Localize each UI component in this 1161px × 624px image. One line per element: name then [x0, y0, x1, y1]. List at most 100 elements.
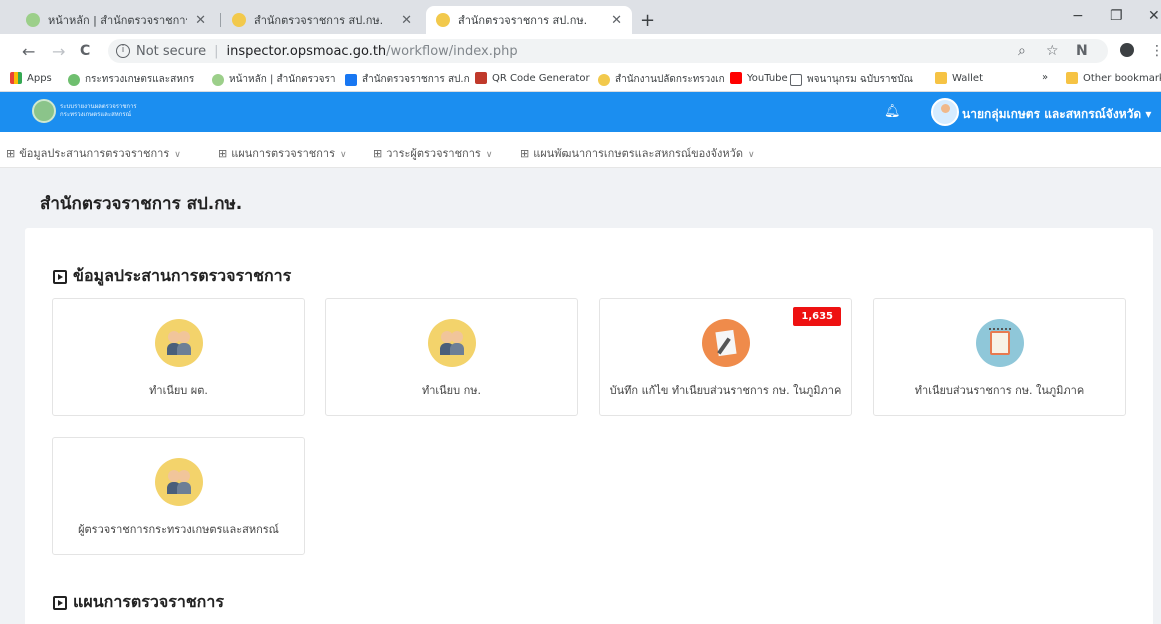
window-close-button[interactable]: ✕ [1148, 8, 1160, 24]
grid-icon: ⊞ [373, 147, 383, 160]
section-title-coordination: ข้อมูลประสานการตรวจราชการ [53, 264, 291, 289]
reload-button[interactable]: C [80, 43, 90, 59]
app-header: ระบบรายงานผลตรวจราชการ กระทรวงเกษตรและสห… [0, 92, 1161, 132]
user-menu[interactable]: นายกลุ่มเกษตร และสหกรณ์จังหวัด ▾ [962, 105, 1151, 124]
card-edit-regional-directory[interactable]: 1,635 บันทึก แก้ไข ทำเนียบส่วนราชการ กษ.… [599, 298, 852, 416]
more-menu-icon[interactable]: ⋮ [1150, 43, 1161, 59]
tab-close-icon[interactable]: ✕ [195, 13, 206, 28]
minimize-button[interactable]: − [1072, 8, 1084, 24]
page-icon [790, 73, 802, 86]
chevron-down-icon: ∨ [748, 150, 755, 160]
security-label: Not secure [136, 43, 207, 59]
bookmark-home-inspector[interactable]: หน้าหลัก | สำนักตรวจรา [212, 72, 335, 87]
section-title-text: ข้อมูลประสานการตรวจราชการ [73, 266, 292, 285]
bookmark-label: กระทรวงเกษตรและสหกร [85, 74, 195, 85]
card-inspector-directory[interactable]: ทำเนียบ ผต. [52, 298, 305, 416]
extension-n-icon[interactable]: N [1076, 43, 1088, 59]
bookmark-label: สำนักงานปลัดกระทรวงเก [615, 74, 725, 85]
site-favicon-icon [598, 73, 610, 86]
section-title-inspection-plan: แผนการตรวจราชการ [53, 590, 224, 615]
menu-label: ข้อมูลประสานการตรวจราชการ [19, 147, 170, 160]
menu-inspector-agenda[interactable]: ⊞ วาระผู้ตรวจราชการ ∨ [373, 144, 492, 162]
section-title-text: แผนการตรวจราชการ [73, 592, 224, 611]
bookmark-label: » [1042, 72, 1049, 83]
maximize-button[interactable]: ❐ [1110, 8, 1123, 24]
chevron-down-icon: ∨ [340, 150, 347, 160]
edit-document-icon [701, 319, 750, 367]
notification-bell-icon[interactable]: 🔔︎ [884, 104, 901, 119]
main-nav-menu: ⊞ ข้อมูลประสานการตรวจราชการ ∨ ⊞ แผนการตรวจร… [0, 132, 1161, 168]
people-icon [154, 458, 203, 506]
tab-close-icon[interactable]: ✕ [401, 13, 412, 28]
menu-coordination-info[interactable]: ⊞ ข้อมูลประสานการตรวจราชการ ∨ [6, 144, 181, 162]
bookmark-label: สำนักตรวจราชการ สป.ก [362, 74, 470, 85]
back-button[interactable]: ← [22, 42, 35, 61]
qr-code-icon [475, 72, 487, 84]
info-icon[interactable]: i [116, 44, 130, 58]
card-label: ผู้ตรวจราชการกระทรวงเกษตรและสหกรณ์ [78, 523, 279, 536]
bookmark-moac[interactable]: กระทรวงเกษตรและสหกร [68, 72, 194, 87]
tab-title: สำนักตรวจราชการ สป.กษ. [254, 14, 384, 27]
bookmark-qr-generator[interactable]: QR Code Generator [475, 72, 590, 84]
menu-label: วาระผู้ตรวจราชการ [386, 147, 481, 160]
facebook-icon [345, 73, 357, 86]
people-icon [154, 319, 203, 367]
bookmark-wallet[interactable]: Wallet [935, 72, 983, 84]
folder-icon [1066, 72, 1078, 84]
bookmark-label: Other bookmark [1083, 72, 1161, 84]
user-avatar[interactable] [931, 98, 959, 126]
bookmark-label: Apps [27, 72, 52, 84]
apps-grid-icon [10, 72, 22, 84]
bookmark-youtube[interactable]: YouTube [730, 72, 788, 84]
new-tab-button[interactable]: + [640, 10, 655, 31]
card-ministry-inspectors[interactable]: ผู้ตรวจราชการกระทรวงเกษตรและสหกรณ์ [52, 437, 305, 555]
menu-label: แผนการตรวจราชการ [231, 147, 335, 160]
youtube-icon [730, 72, 742, 84]
chevron-down-icon: ∨ [174, 150, 181, 160]
browser-tab-3-active[interactable]: สำนักตรวจราชการ สป.กษ. ✕ [426, 6, 632, 34]
grid-icon: ⊞ [520, 147, 530, 160]
page-title: สำนักตรวจราชการ สป.กษ. [40, 194, 243, 214]
bookmark-apps[interactable]: Apps [10, 72, 52, 84]
ministry-logo-icon[interactable] [32, 99, 56, 123]
site-favicon-icon [68, 73, 80, 86]
forward-button[interactable]: → [52, 42, 65, 61]
bookmark-label: พจนานุกรม ฉบับราชบัณ [807, 74, 913, 85]
main-panel: ข้อมูลประสานการตรวจราชการ ทำเนียบ ผต. ทำ… [25, 228, 1153, 624]
card-label: ทำเนียบ กษ. [421, 384, 482, 397]
bookmark-label: Wallet [952, 72, 984, 84]
people-icon [427, 319, 476, 367]
brand-line-1: ระบบรายงานผลตรวจราชการ [60, 103, 137, 110]
card-label: ทำเนียบส่วนราชการ กษ. ในภูมิภาค [914, 384, 1085, 397]
url-host: inspector.opsmoac.go.th [226, 43, 387, 59]
menu-inspection-plan[interactable]: ⊞ แผนการตรวจราชการ ∨ [218, 144, 347, 162]
menu-label: แผนพัฒนาการเกษตรและสหกรณ์ของจังหวัด [533, 147, 743, 160]
bookmarks-overflow-button[interactable]: » [1042, 72, 1048, 83]
address-divider: | [214, 43, 219, 59]
bookmark-facebook[interactable]: สำนักตรวจราชการ สป.ก [345, 72, 470, 87]
bookmark-other[interactable]: Other bookmark [1066, 72, 1161, 84]
site-favicon-icon [232, 13, 246, 27]
site-favicon-icon [212, 73, 224, 86]
grid-icon: ⊞ [6, 147, 16, 160]
browser-tab-bar: หน้าหลัก | สำนักตรวจราชการ : ✕ สำนักตรวจ… [0, 0, 1161, 34]
bookmark-ops[interactable]: สำนักงานปลัดกระทรวงเก [598, 72, 725, 87]
bookmark-label: YouTube [747, 72, 788, 84]
zoom-icon[interactable]: ⌕ [1018, 43, 1026, 59]
play-square-icon [53, 595, 67, 610]
card-regional-directory[interactable]: ทำเนียบส่วนราชการ กษ. ในภูมิภาค [873, 298, 1126, 416]
address-bar[interactable]: i Not secure | inspector.opsmoac.go.th/w… [108, 39, 1108, 63]
count-badge: 1,635 [793, 307, 841, 326]
browser-tab-1[interactable]: หน้าหลัก | สำนักตรวจราชการ : ✕ [16, 6, 216, 34]
bookmark-star-icon[interactable]: ☆ [1046, 43, 1059, 59]
profile-icon[interactable] [1120, 43, 1134, 57]
url-text: inspector.opsmoac.go.th/workflow/index.p… [227, 44, 518, 59]
tab-close-icon[interactable]: ✕ [611, 13, 622, 28]
bookmark-dictionary[interactable]: พจนานุกรม ฉบับราชบัณ [790, 72, 913, 87]
menu-provincial-development-plan[interactable]: ⊞ แผนพัฒนาการเกษตรและสหกรณ์ของจังหวัด ∨ [520, 144, 755, 162]
directory-book-icon [975, 319, 1024, 367]
card-moac-directory[interactable]: ทำเนียบ กษ. [325, 298, 578, 416]
tab-title: หน้าหลัก | สำนักตรวจราชการ : [48, 14, 188, 27]
bookmarks-bar: Apps กระทรวงเกษตรและสหกร หน้าหลัก | สำนั… [0, 68, 1161, 92]
browser-tab-2[interactable]: สำนักตรวจราชการ สป.กษ. ✕ [222, 6, 422, 34]
